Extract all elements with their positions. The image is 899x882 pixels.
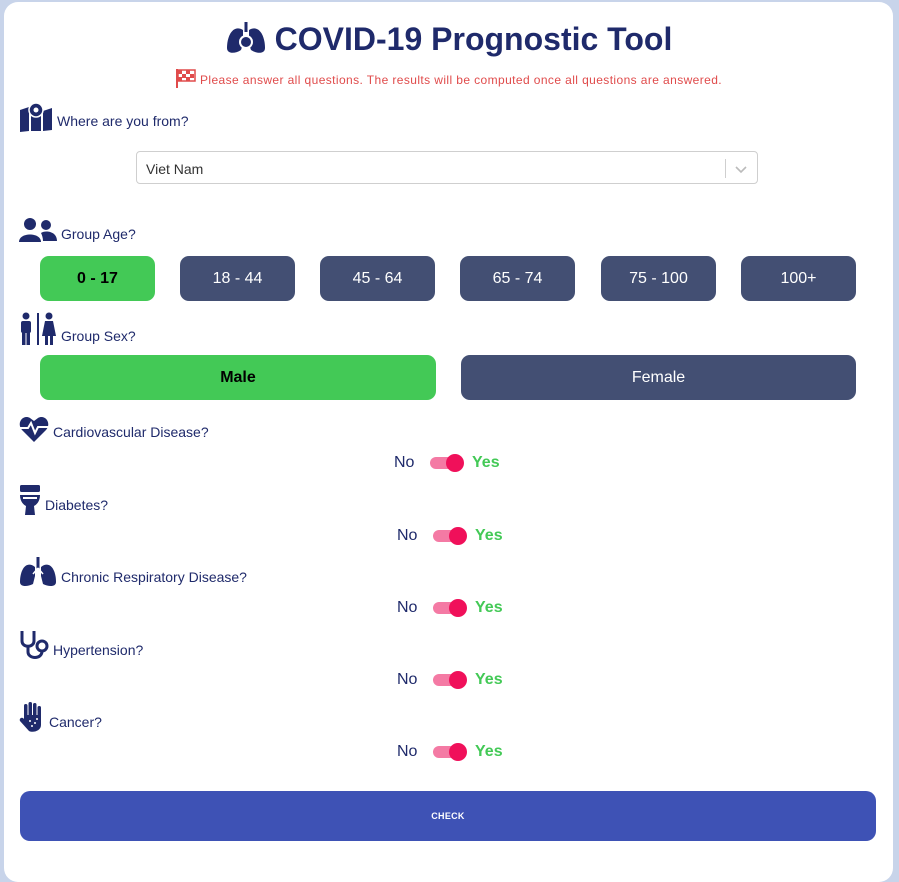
check-button[interactable]: CHECK xyxy=(20,791,876,841)
heart-pulse-icon xyxy=(19,415,49,443)
users-icon xyxy=(19,216,57,244)
diabetes-toggle-row: No Yes xyxy=(397,525,503,547)
cancer-label: Cancer? xyxy=(19,701,102,733)
respiratory-toggle-row: No Yes xyxy=(397,597,503,619)
cardiovascular-question: Cardiovascular Disease? xyxy=(53,424,209,440)
respiratory-question: Chronic Respiratory Disease? xyxy=(61,569,247,585)
no-label: No xyxy=(397,671,418,688)
hypertension-toggle-row: No Yes xyxy=(397,669,503,691)
age-question: Group Age? xyxy=(61,226,136,242)
cancer-toggle-row: No Yes xyxy=(397,741,503,763)
diabetes-question: Diabetes? xyxy=(45,497,109,513)
diabetes-label: Diabetes? xyxy=(19,484,108,516)
notice-text: Please answer all questions. The results… xyxy=(199,73,723,87)
lungs-icon xyxy=(19,556,57,588)
sex-button-female[interactable]: Female xyxy=(461,355,856,400)
checkered-flag-icon xyxy=(175,68,197,91)
hypertension-label: Hypertension? xyxy=(19,629,143,661)
no-label: No xyxy=(397,599,418,616)
lungs-virus-icon xyxy=(225,20,267,64)
respiratory-toggle[interactable] xyxy=(433,597,467,619)
no-label: No xyxy=(394,454,415,471)
yes-label: Yes xyxy=(475,527,503,544)
location-question: Where are you from? xyxy=(57,113,189,129)
title-text: COVID-19 Prognostic Tool xyxy=(274,21,673,57)
country-select[interactable]: Viet Nam xyxy=(136,151,758,184)
age-button-45-64[interactable]: 45 - 64 xyxy=(320,256,435,301)
cancer-toggle[interactable] xyxy=(433,741,467,763)
page-title: COVID-19 Prognostic Tool xyxy=(4,20,893,64)
age-button-100[interactable]: 100+ xyxy=(741,256,856,301)
age-button-0-17[interactable]: 0 - 17 xyxy=(40,256,155,301)
cardiovascular-toggle[interactable] xyxy=(430,452,464,474)
yes-label: Yes xyxy=(475,599,503,616)
yes-label: Yes xyxy=(475,671,503,688)
no-label: No xyxy=(397,527,418,544)
diabetes-toggle[interactable] xyxy=(433,525,467,547)
age-button-65-74[interactable]: 65 - 74 xyxy=(460,256,575,301)
map-icon xyxy=(19,102,53,132)
age-button-75-100[interactable]: 75 - 100 xyxy=(601,256,716,301)
sex-button-male[interactable]: Male xyxy=(40,355,436,400)
chevron-down-icon[interactable] xyxy=(734,162,748,178)
hypertension-question: Hypertension? xyxy=(53,642,144,658)
yes-label: Yes xyxy=(475,743,503,760)
no-label: No xyxy=(397,743,418,760)
notice: Please answer all questions. The results… xyxy=(4,68,893,91)
location-label: Where are you from? xyxy=(19,102,189,132)
age-label: Group Age? xyxy=(19,216,136,244)
cardiovascular-label: Cardiovascular Disease? xyxy=(19,415,209,443)
sex-label: Group Sex? xyxy=(19,312,136,346)
respiratory-label: Chronic Respiratory Disease? xyxy=(19,556,247,588)
main-card: COVID-19 Prognostic Tool Please answer a… xyxy=(4,2,893,882)
sex-question: Group Sex? xyxy=(61,328,136,344)
hand-icon xyxy=(19,701,45,733)
select-separator xyxy=(725,159,726,178)
country-select-value: Viet Nam xyxy=(146,161,204,177)
toilet-icon xyxy=(19,484,41,516)
stethoscope-icon xyxy=(19,629,49,661)
restroom-icon xyxy=(19,312,57,346)
cancer-question: Cancer? xyxy=(49,714,102,730)
yes-label: Yes xyxy=(472,454,500,471)
age-button-18-44[interactable]: 18 - 44 xyxy=(180,256,295,301)
cardiovascular-toggle-row: No Yes xyxy=(394,452,500,474)
hypertension-toggle[interactable] xyxy=(433,669,467,691)
